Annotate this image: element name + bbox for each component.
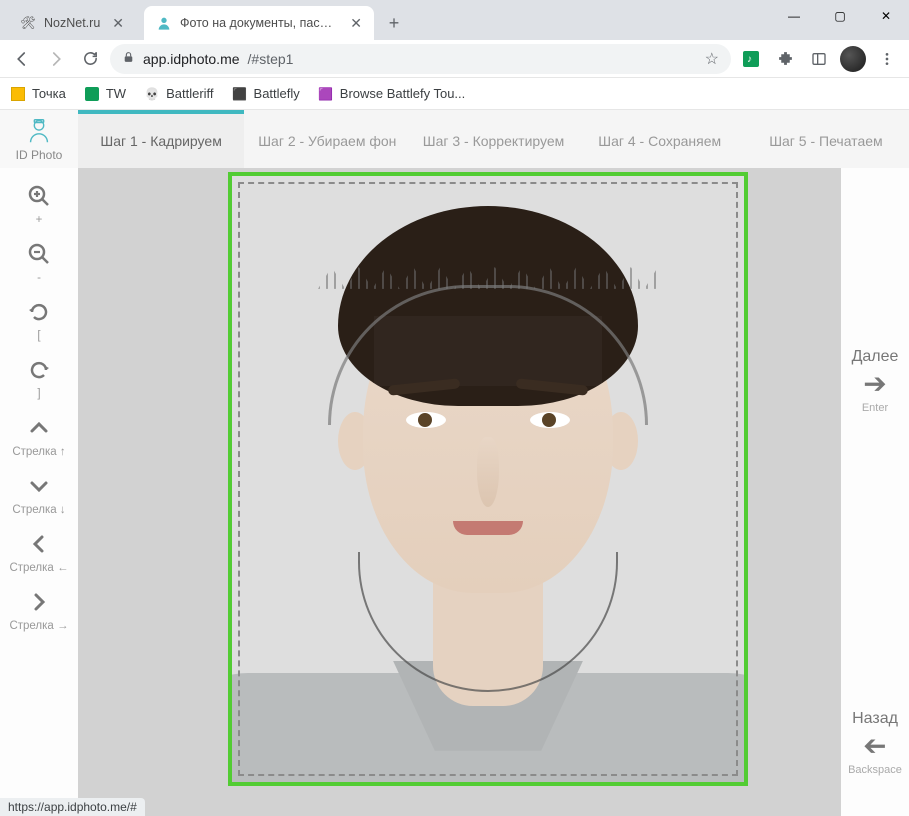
square-icon: [85, 87, 99, 101]
rotate-cw-button[interactable]: ]: [0, 352, 78, 410]
lock-icon: [122, 51, 135, 67]
extension-icon[interactable]: ♪: [737, 45, 765, 73]
tool-label: Стрелка ↓: [12, 504, 65, 516]
tab-title: Фото на документы, паспорта,: [180, 16, 338, 30]
tab-active[interactable]: Фото на документы, паспорта, ✕: [144, 6, 374, 40]
tab-title: NozNet.ru: [44, 16, 100, 30]
tab-inactive[interactable]: 🛠 NozNet.ru ✕: [8, 6, 136, 40]
step-label: Шаг 1 - Кадрируем: [100, 133, 221, 149]
back-button-app[interactable]: Назад ➔ Backspace: [841, 710, 909, 776]
chevron-right-icon: [27, 590, 51, 618]
move-up-button[interactable]: Стрелка ↑: [0, 410, 78, 468]
bookmark-item[interactable]: 💀 Battleriff: [144, 86, 213, 102]
tool-label: ]: [37, 388, 40, 400]
step-label: Шаг 3 - Корректируем: [423, 133, 565, 149]
browser-toolbar: app.idphoto.me /#step1 ☆ ♪: [0, 40, 909, 78]
reload-button[interactable]: [76, 45, 104, 73]
maximize-button[interactable]: ▢: [817, 0, 863, 32]
bookmark-item[interactable]: TW: [84, 86, 126, 102]
step-5[interactable]: Шаг 5 - Печатаем: [743, 110, 909, 168]
rotate-ccw-icon: [27, 300, 51, 328]
logo-label: ID Photo: [16, 148, 63, 162]
app-logo[interactable]: ID Photo: [0, 110, 78, 168]
extensions-icon[interactable]: [771, 45, 799, 73]
close-icon[interactable]: ✕: [350, 15, 362, 32]
step-1[interactable]: Шаг 1 - Кадрируем: [78, 110, 244, 168]
url-path: /#step1: [248, 51, 294, 67]
back-hint: Backspace: [848, 764, 902, 776]
move-down-button[interactable]: Стрелка ↓: [0, 468, 78, 526]
bookmark-label: Battleriff: [166, 86, 213, 101]
sidebar-icon[interactable]: [805, 45, 833, 73]
zoom-out-button[interactable]: -: [0, 236, 78, 294]
step-2[interactable]: Шаг 2 - Убираем фон: [244, 110, 410, 168]
crop-frame[interactable]: [228, 172, 748, 786]
flame-icon: ⬛: [232, 86, 248, 102]
bookmark-star-icon[interactable]: ☆: [705, 49, 719, 69]
bookmark-item[interactable]: Точка: [10, 86, 66, 102]
zoom-in-icon: [27, 184, 51, 212]
bookmarks-bar: Точка TW 💀 Battleriff ⬛ Battlefly 🟪 Browse …: [0, 78, 909, 110]
url-host: app.idphoto.me: [143, 51, 240, 67]
tool-label: -: [37, 272, 41, 284]
target-icon: 🟪: [318, 86, 334, 102]
workspace: + - [ ] Стрелка ↑ Стрелка ↓: [0, 168, 909, 816]
next-label: Далее: [852, 348, 899, 366]
close-icon[interactable]: ✕: [112, 15, 124, 32]
move-right-button[interactable]: Стрелка →: [0, 584, 78, 642]
back-label: Назад: [852, 710, 898, 728]
photo-preview: [232, 176, 744, 782]
left-toolbar: + - [ ] Стрелка ↑ Стрелка ↓: [0, 168, 78, 816]
tool-label: Стрелка →: [9, 620, 68, 632]
browser-titlebar: 🛠 NozNet.ru ✕ Фото на документы, паспорт…: [0, 0, 909, 40]
zoom-in-button[interactable]: +: [0, 178, 78, 236]
arrow-right-icon: ➔: [863, 370, 886, 398]
new-tab-button[interactable]: +: [380, 9, 408, 37]
bookmark-label: Точка: [32, 86, 66, 101]
square-icon: [11, 87, 25, 101]
tool-label: [: [37, 330, 40, 342]
menu-icon[interactable]: [873, 45, 901, 73]
steps-bar: ID Photo Шаг 1 - Кадрируем Шаг 2 - Убира…: [0, 110, 909, 168]
chevron-left-icon: [27, 532, 51, 560]
bookmark-label: Battlefly: [254, 86, 300, 101]
tool-label: Стрелка ←: [9, 562, 68, 574]
close-window-button[interactable]: ✕: [863, 0, 909, 32]
zoom-out-icon: [27, 242, 51, 270]
bookmark-item[interactable]: ⬛ Battlefly: [232, 86, 300, 102]
right-rail: Далее ➔ Enter Назад ➔ Backspace: [841, 168, 909, 816]
avatar[interactable]: [839, 45, 867, 73]
move-left-button[interactable]: Стрелка ←: [0, 526, 78, 584]
bookmark-label: TW: [106, 86, 126, 101]
minimize-button[interactable]: —: [771, 0, 817, 32]
rotate-ccw-button[interactable]: [: [0, 294, 78, 352]
skull-icon: 💀: [144, 86, 160, 102]
user-icon: [156, 15, 172, 31]
step-label: Шаг 4 - Сохраняем: [598, 133, 721, 149]
status-bar-link: https://app.idphoto.me/#: [0, 798, 145, 816]
forward-button[interactable]: [42, 45, 70, 73]
chevron-up-icon: [27, 416, 51, 444]
back-button[interactable]: [8, 45, 36, 73]
wrench-icon: 🛠: [20, 15, 36, 31]
tool-label: +: [36, 214, 43, 226]
bookmark-item[interactable]: 🟪 Browse Battlefy Tou...: [318, 86, 466, 102]
step-label: Шаг 2 - Убираем фон: [258, 133, 396, 149]
bookmark-label: Browse Battlefy Tou...: [340, 86, 466, 101]
step-4[interactable]: Шаг 4 - Сохраняем: [577, 110, 743, 168]
overlay-chin-guide: [358, 552, 618, 692]
next-hint: Enter: [862, 402, 888, 414]
window-controls: — ▢ ✕: [771, 0, 909, 32]
arrow-left-icon: ➔: [863, 732, 886, 760]
canvas[interactable]: [78, 168, 841, 816]
step-3[interactable]: Шаг 3 - Корректируем: [410, 110, 576, 168]
rotate-cw-icon: [27, 358, 51, 386]
app-root: ID Photo Шаг 1 - Кадрируем Шаг 2 - Убира…: [0, 110, 909, 816]
tool-label: Стрелка ↑: [12, 446, 65, 458]
step-label: Шаг 5 - Печатаем: [769, 133, 882, 149]
address-bar[interactable]: app.idphoto.me /#step1 ☆: [110, 44, 731, 74]
chevron-down-icon: [27, 474, 51, 502]
next-button[interactable]: Далее ➔ Enter: [841, 348, 909, 414]
